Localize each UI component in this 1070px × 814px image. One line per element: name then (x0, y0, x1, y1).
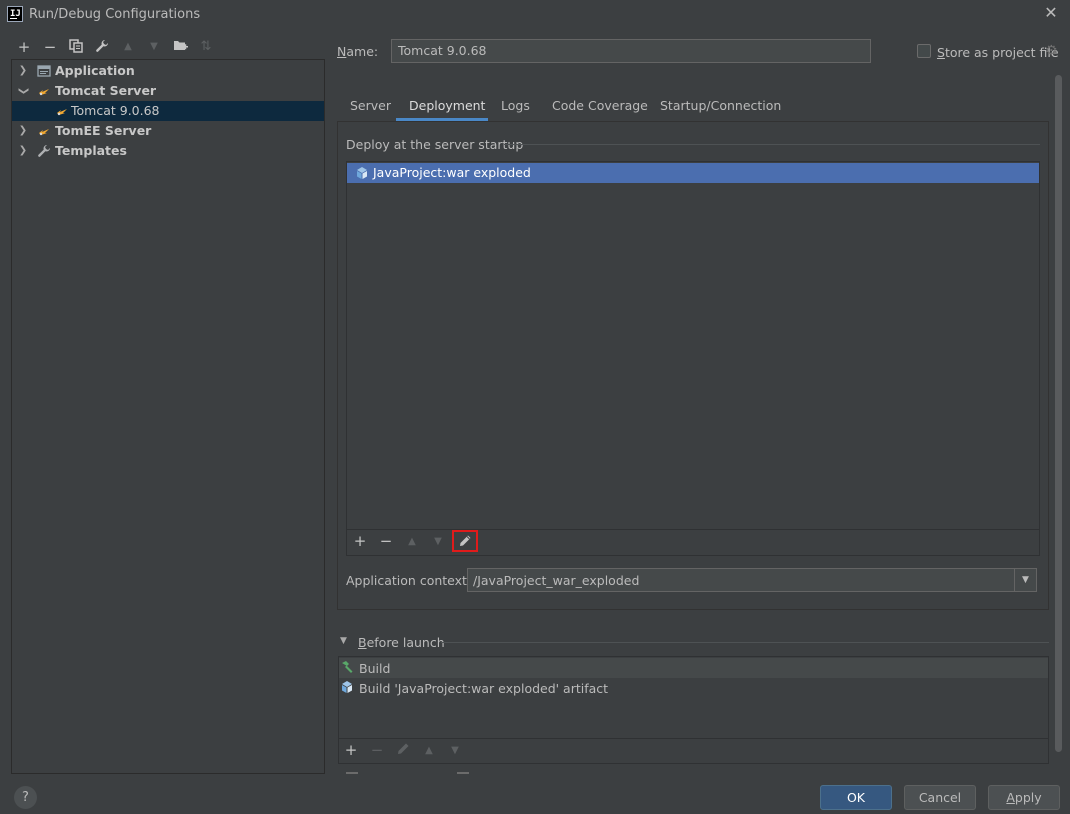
cancel-button[interactable]: Cancel (904, 785, 976, 810)
add-task-button[interactable]: + (342, 742, 360, 759)
ok-button[interactable]: OK (820, 785, 892, 810)
help-button[interactable]: ? (14, 786, 37, 809)
chevron-right-icon[interactable]: ❯ (18, 141, 28, 161)
tree-item-application[interactable]: ❯ Application (12, 61, 324, 81)
pencil-icon (398, 743, 409, 754)
apply-button[interactable]: Apply (988, 785, 1060, 810)
tree-item-label: Application (55, 63, 135, 78)
deployment-list[interactable] (346, 161, 1040, 556)
tree-item-tomcat-9-0-68[interactable]: Tomcat 9.0.68 (12, 101, 324, 121)
remove-task-button[interactable]: − (368, 742, 386, 759)
remove-deployment-button[interactable]: − (377, 533, 395, 550)
tomcat-icon (55, 104, 69, 118)
name-label: Name: (337, 44, 379, 59)
window-title: Run/Debug Configurations (29, 7, 201, 22)
close-icon[interactable]: ✕ (1042, 4, 1060, 22)
partial-checkbox (346, 772, 358, 774)
section-divider (504, 144, 1040, 145)
move-up-button[interactable]: ▲ (119, 39, 137, 55)
store-as-project-checkbox[interactable] (917, 44, 931, 58)
gear-icon[interactable]: ⚙ (1045, 43, 1058, 59)
folder-add-icon (173, 41, 188, 50)
configuration-tree: ❯ Application ❯ Tomcat Server Tomcat 9.0… (11, 59, 325, 774)
name-field[interactable]: Tomcat 9.0.68 (391, 39, 871, 63)
section-divider (441, 642, 1049, 643)
tab-deployment[interactable]: Deployment (409, 98, 485, 113)
deployment-toolbar-divider (347, 529, 1039, 530)
collapse-arrow-icon[interactable]: ▼ (340, 636, 347, 646)
chevron-right-icon[interactable]: ❯ (18, 61, 28, 81)
deployment-item-label: JavaProject:war exploded (373, 165, 531, 180)
artifact-icon (340, 680, 354, 697)
edit-deployment-button[interactable] (452, 530, 478, 552)
chevron-down-icon[interactable]: ▼ (1014, 569, 1036, 591)
chevron-down-icon[interactable]: ❯ (13, 86, 33, 96)
remove-configuration-button[interactable]: − (41, 39, 59, 55)
sort-button[interactable]: ⇅ (197, 39, 215, 55)
move-down-deployment-button[interactable]: ▼ (429, 533, 447, 550)
chevron-right-icon[interactable]: ❯ (18, 121, 28, 141)
before-launch-label[interactable]: Before launch (358, 635, 445, 650)
edit-templates-button[interactable] (93, 39, 111, 55)
application-icon (37, 64, 51, 78)
move-down-button[interactable]: ▼ (145, 39, 163, 55)
tree-item-label: Tomcat 9.0.68 (71, 103, 160, 118)
before-launch-item-build-artifact[interactable]: Build 'JavaProject:war exploded' artifac… (359, 681, 608, 696)
tomcat-icon (37, 84, 51, 98)
tab-logs[interactable]: Logs (501, 98, 530, 113)
store-as-project-label[interactable]: Store as project file (937, 45, 1059, 60)
pencil-icon (460, 535, 471, 546)
tomcat-icon (37, 124, 51, 138)
move-up-task-button[interactable]: ▲ (420, 742, 438, 759)
move-up-deployment-button[interactable]: ▲ (403, 533, 421, 550)
edit-task-button[interactable] (394, 742, 412, 759)
intellij-app-icon: IJ (7, 6, 23, 22)
wrench-icon (96, 40, 108, 52)
copy-configuration-button[interactable] (67, 39, 85, 55)
deploy-section-title: Deploy at the server startup (346, 137, 524, 152)
hammer-icon (340, 660, 354, 677)
deployment-item[interactable]: JavaProject:war exploded (347, 163, 1039, 183)
before-launch-item-build[interactable]: Build (359, 661, 390, 676)
tree-item-label: TomEE Server (55, 123, 152, 138)
tree-item-label: Tomcat Server (55, 83, 157, 98)
wrench-icon (37, 144, 51, 158)
new-folder-button[interactable] (171, 39, 189, 55)
tab-code-coverage[interactable]: Code Coverage (552, 98, 648, 113)
copy-icon (69, 39, 83, 53)
tree-item-templates[interactable]: ❯ Templates (12, 141, 324, 161)
tab-startup-connection[interactable]: Startup/Connection (660, 98, 781, 113)
tab-server[interactable]: Server (350, 98, 391, 113)
vertical-scrollbar[interactable] (1055, 75, 1062, 752)
add-deployment-button[interactable]: + (351, 533, 369, 550)
move-down-task-button[interactable]: ▼ (446, 742, 464, 759)
partial-checkbox (457, 772, 469, 774)
artifact-icon (355, 166, 369, 186)
before-launch-toolbar-divider (339, 738, 1048, 739)
add-configuration-button[interactable]: + (15, 39, 33, 55)
tree-item-tomee-server[interactable]: ❯ TomEE Server (12, 121, 324, 141)
before-launch-row-highlight (339, 658, 1048, 678)
tree-item-tomcat-server[interactable]: ❯ Tomcat Server (12, 81, 324, 101)
application-context-label: Application context: (346, 573, 472, 588)
application-context-value[interactable]: /JavaProject_war_exploded (473, 573, 639, 588)
tree-item-label: Templates (55, 143, 127, 158)
